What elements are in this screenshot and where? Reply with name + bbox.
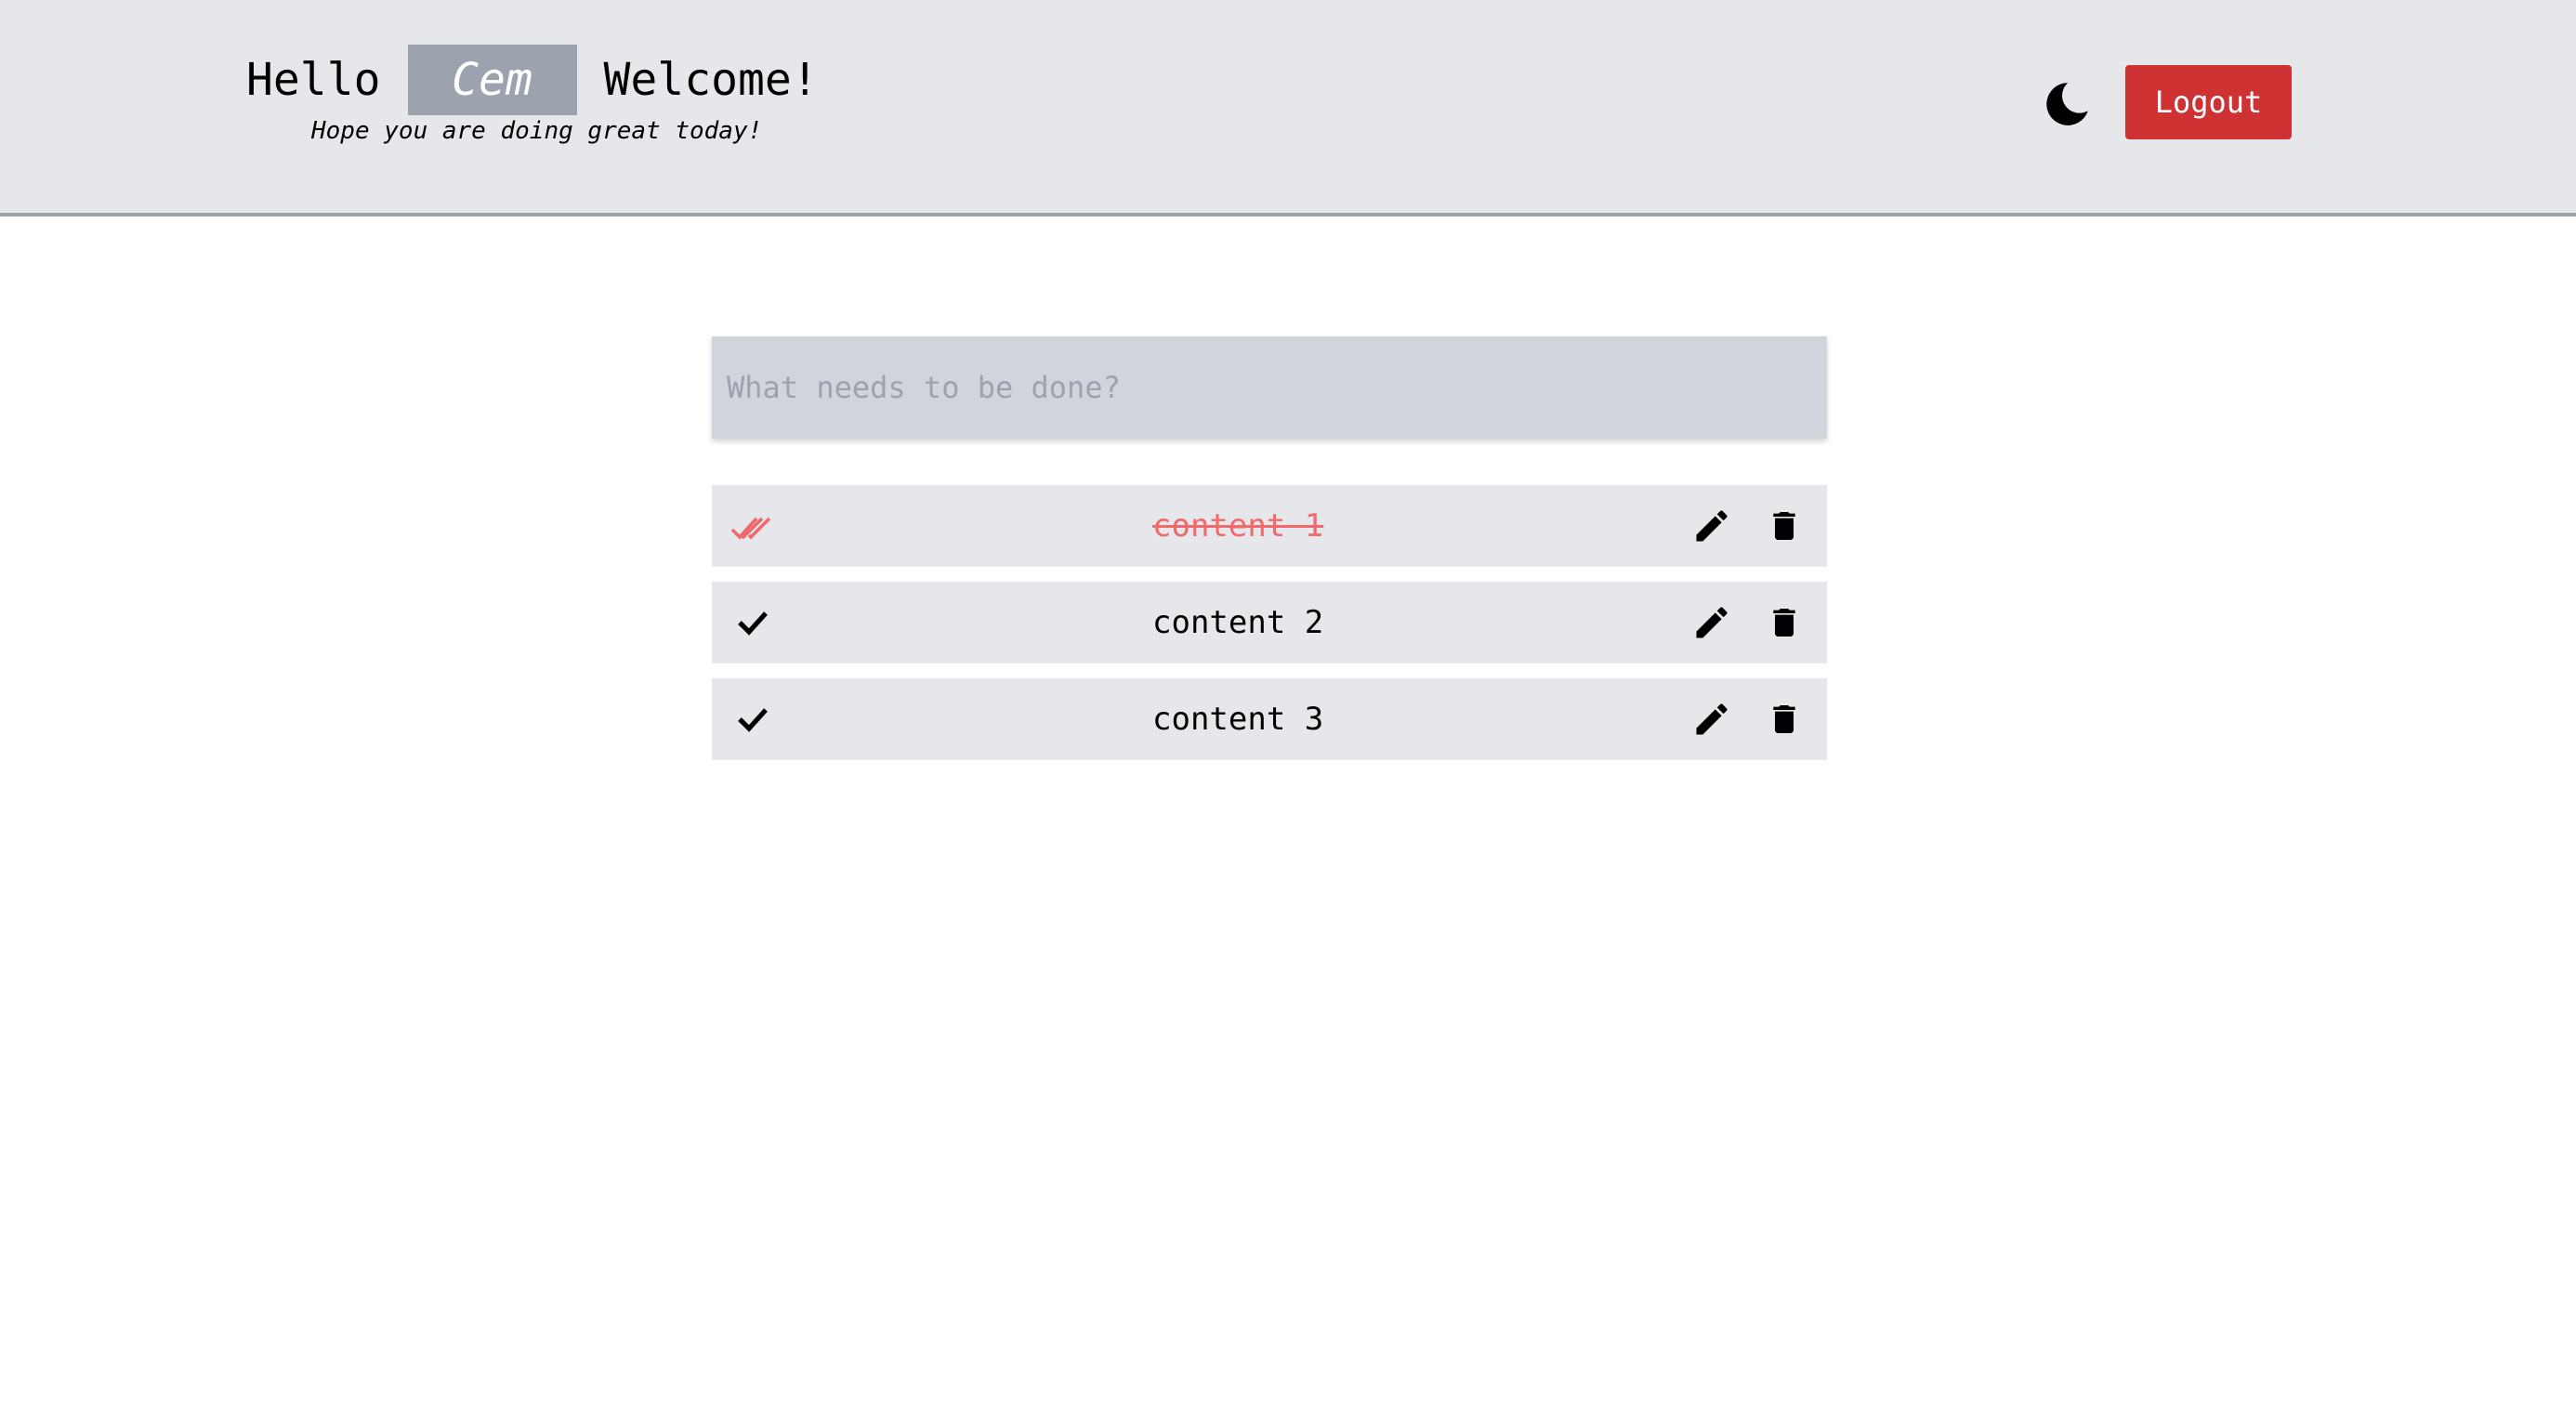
trash-icon[interactable]: [1766, 505, 1803, 546]
todo-text: content 2: [1152, 604, 1324, 641]
todo-text: content 1: [1152, 507, 1324, 545]
todo-list: content 1 content 2 content 3: [712, 485, 1827, 775]
trash-icon[interactable]: [1766, 699, 1803, 740]
todo-item: content 2: [712, 582, 1827, 663]
moon-icon[interactable]: [2041, 78, 2093, 130]
todo-item: content 1: [712, 485, 1827, 567]
pencil-icon[interactable]: [1691, 602, 1732, 643]
app-header: Hello Cem Welcome! Hope you are doing gr…: [0, 0, 2576, 217]
todo-item: content 3: [712, 678, 1827, 760]
trash-icon[interactable]: [1766, 602, 1803, 643]
new-todo-input[interactable]: [712, 336, 1827, 439]
username-badge: Cem: [407, 45, 577, 115]
greeting-prefix: Hello: [246, 54, 381, 106]
double-check-icon[interactable]: [730, 505, 775, 546]
greeting-suffix: Welcome!: [603, 54, 819, 106]
check-icon[interactable]: [730, 602, 775, 643]
logout-button[interactable]: Logout: [2125, 65, 2292, 139]
pencil-icon[interactable]: [1691, 505, 1732, 546]
greeting-subtitle: Hope you are doing great today!: [311, 117, 763, 145]
greeting: Hello Cem Welcome!: [246, 45, 819, 115]
check-icon[interactable]: [730, 699, 775, 740]
pencil-icon[interactable]: [1691, 699, 1732, 740]
todo-text: content 3: [1152, 701, 1324, 738]
